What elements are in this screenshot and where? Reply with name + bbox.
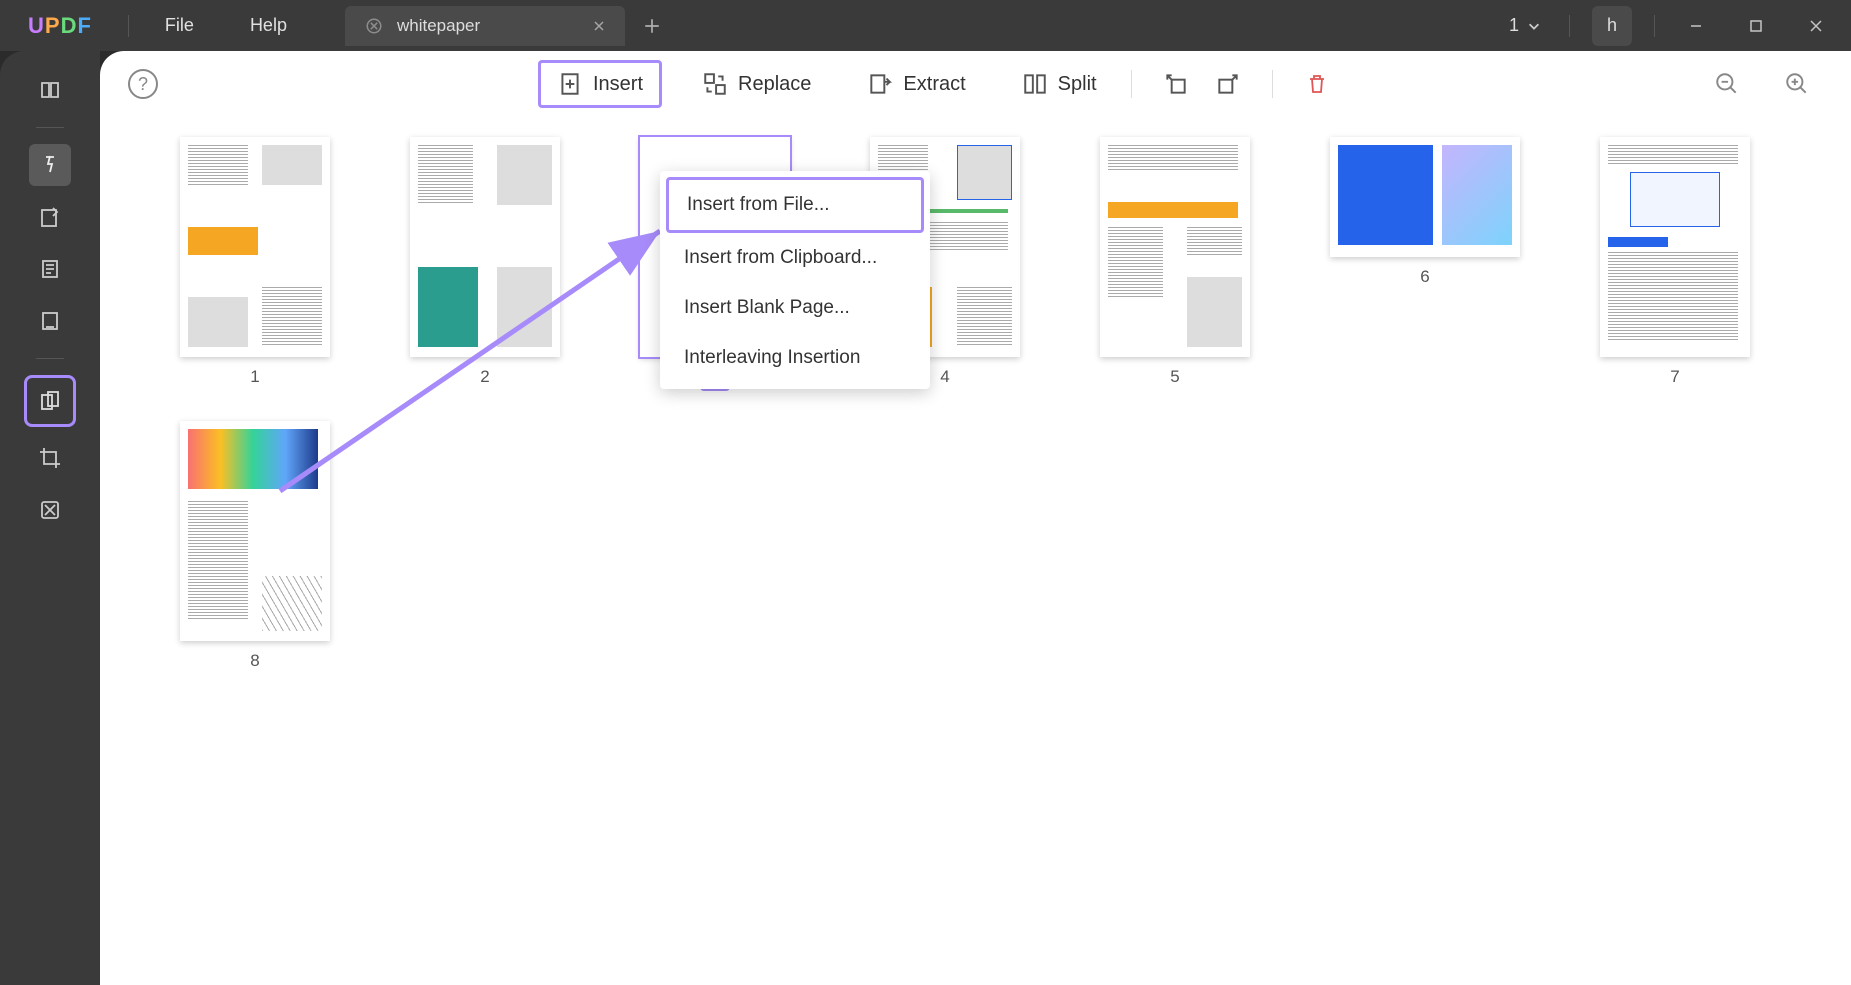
document-icon (365, 17, 383, 35)
page-number: 7 (1670, 367, 1679, 387)
menu-help[interactable]: Help (222, 15, 315, 36)
sidebar-reader-button[interactable] (29, 69, 71, 111)
organize-toolbar: ? Insert Replace Extract Split (100, 51, 1851, 117)
close-button[interactable] (1789, 1, 1843, 51)
page-number: 2 (480, 367, 489, 387)
split-button[interactable]: Split (1006, 63, 1113, 105)
page-thumbnail-1[interactable]: 1 (180, 137, 330, 391)
sidebar-organize-pages-button[interactable] (24, 375, 76, 427)
sidebar-pages-button[interactable] (29, 248, 71, 290)
maximize-button[interactable] (1729, 1, 1783, 51)
titlebar: UPDF File Help whitepaper 1 h (0, 0, 1851, 51)
app-logo: UPDF (0, 13, 120, 39)
sidebar-crop-button[interactable] (29, 437, 71, 479)
delete-button[interactable] (1301, 68, 1333, 100)
sidebar-edit-button[interactable] (29, 196, 71, 238)
page-thumbnail-7[interactable]: 7 (1600, 137, 1750, 391)
document-tab[interactable]: whitepaper (345, 6, 625, 46)
divider (128, 15, 129, 37)
tab-title: whitepaper (397, 16, 591, 36)
minimize-button[interactable] (1669, 1, 1723, 51)
page-number: 4 (940, 367, 949, 387)
page-thumbnail-5[interactable]: 5 (1100, 137, 1250, 391)
chevron-down-icon (1527, 19, 1541, 33)
left-sidebar (0, 51, 100, 985)
insert-button[interactable]: Insert (538, 60, 662, 108)
insert-from-clipboard-item[interactable]: Insert from Clipboard... (666, 233, 924, 283)
page-number: 6 (1420, 267, 1429, 287)
insert-dropdown: Insert from File... Insert from Clipboar… (660, 171, 930, 389)
insert-from-file-item[interactable]: Insert from File... (666, 177, 924, 233)
new-tab-button[interactable] (643, 17, 661, 35)
page-thumbnail-8[interactable]: 8 (180, 421, 330, 671)
page-thumbnail-2[interactable]: 2 (410, 137, 560, 391)
rotate-right-button[interactable] (1212, 68, 1244, 100)
extract-button[interactable]: Extract (851, 63, 981, 105)
page-number: 5 (1170, 367, 1179, 387)
page-thumbnail-6[interactable]: 6 (1330, 137, 1520, 391)
zoom-out-button[interactable] (1711, 68, 1743, 100)
tab-close-button[interactable] (591, 18, 607, 34)
sidebar-form-button[interactable] (29, 300, 71, 342)
user-avatar[interactable]: h (1592, 6, 1632, 46)
divider (1569, 15, 1570, 37)
rotate-left-button[interactable] (1160, 68, 1192, 100)
insert-icon (557, 71, 583, 97)
page-number: 8 (250, 651, 259, 671)
split-icon (1022, 71, 1048, 97)
sidebar-redact-button[interactable] (29, 489, 71, 531)
titlebar-right: 1 h (1495, 1, 1851, 51)
sidebar-separator (36, 127, 64, 128)
replace-icon (702, 71, 728, 97)
page-indicator[interactable]: 1 (1495, 15, 1555, 36)
workspace: ? Insert Replace Extract Split (0, 51, 1851, 985)
replace-button[interactable]: Replace (686, 63, 827, 105)
divider (1654, 15, 1655, 37)
sidebar-comment-button[interactable] (29, 144, 71, 186)
zoom-in-button[interactable] (1781, 68, 1813, 100)
help-button[interactable]: ? (128, 69, 158, 99)
toolbar-separator (1131, 70, 1132, 98)
sidebar-separator (36, 358, 64, 359)
insert-blank-page-item[interactable]: Insert Blank Page... (666, 283, 924, 333)
main-panel: ? Insert Replace Extract Split (100, 51, 1851, 985)
page-grid: 1 2 3 (100, 117, 1851, 691)
zoom-controls (1701, 68, 1823, 100)
interleaving-insertion-item[interactable]: Interleaving Insertion (666, 333, 924, 383)
toolbar-separator (1272, 70, 1273, 98)
extract-icon (867, 71, 893, 97)
menu-file[interactable]: File (137, 15, 222, 36)
page-number: 1 (250, 367, 259, 387)
